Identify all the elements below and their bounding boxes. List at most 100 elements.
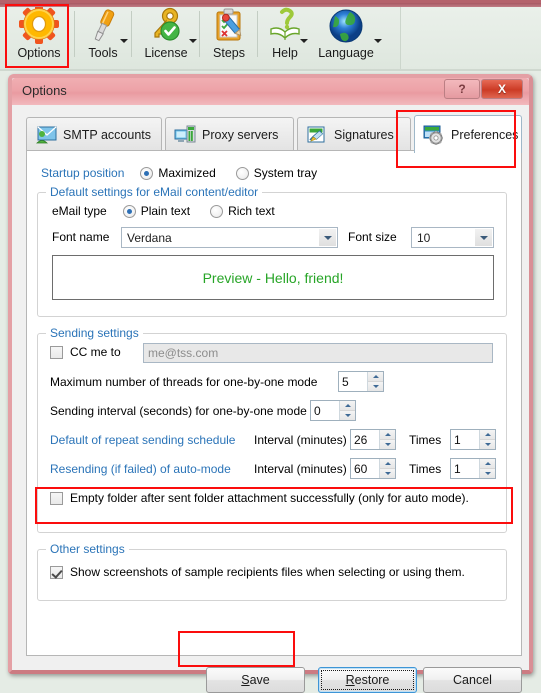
dialog-title-bar[interactable]: Options ? X	[12, 78, 529, 105]
chevron-down-icon[interactable]	[319, 229, 336, 246]
resend-interval-stepper[interactable]: 60	[350, 458, 396, 479]
stepper-up-icon[interactable]	[340, 401, 355, 411]
email-defaults-group-title: Default settings for eMail content/edito…	[46, 185, 263, 199]
stepper-down-icon[interactable]	[380, 469, 395, 478]
signature-icon	[306, 125, 328, 145]
cc-me-input[interactable]: me@tss.com	[143, 343, 493, 363]
tab-strip: SMTP accounts Proxy servers Signatures P…	[26, 115, 522, 153]
tab-preferences[interactable]: Preferences	[414, 115, 522, 153]
ribbon-item-label: Help	[272, 46, 298, 60]
options-dialog: Options ? X SMTP accounts Proxy servers …	[8, 74, 533, 693]
stepper-up-icon[interactable]	[380, 430, 395, 440]
radio-plain-text[interactable]: Plain text	[122, 204, 190, 218]
show-screenshots-checkbox[interactable]	[50, 565, 63, 579]
stepper-down-icon[interactable]	[340, 411, 355, 420]
email-defaults-group: Default settings for eMail content/edito…	[37, 185, 507, 317]
cc-me-checkbox[interactable]	[50, 345, 63, 359]
repeat-times-label: Times	[409, 433, 442, 447]
tab-signatures[interactable]: Signatures	[297, 117, 411, 151]
language-dropdown-arrow[interactable]	[374, 39, 382, 43]
repeat-interval-stepper[interactable]: 26	[350, 429, 396, 450]
tools-dropdown-arrow[interactable]	[120, 39, 128, 43]
resending-link[interactable]: Resending (if failed) of auto-mode	[50, 462, 231, 476]
startup-position-row: Startup position Maximized System tray	[41, 166, 317, 180]
radio-plain-text-indicator[interactable]	[122, 204, 136, 218]
resend-times-stepper[interactable]: 1	[450, 458, 496, 479]
show-screenshots-row[interactable]: Show screenshots of sample recipients fi…	[50, 565, 465, 579]
sending-settings-group: Sending settings CC me to me@tss.com Max…	[37, 326, 507, 533]
resend-interval-value[interactable]: 60	[351, 459, 379, 478]
cc-me-row[interactable]: CC me to	[50, 345, 121, 359]
stepper-up-icon[interactable]	[480, 459, 495, 469]
ribbon-item-steps[interactable]: Steps	[203, 7, 255, 69]
resend-interval-stepper-buttons[interactable]	[379, 459, 395, 478]
save-button[interactable]: Save	[206, 667, 305, 693]
sending-interval-label-wrap: Sending interval (seconds) for one-by-on…	[50, 404, 307, 418]
resend-times-value[interactable]: 1	[451, 459, 479, 478]
license-dropdown-arrow[interactable]	[189, 39, 197, 43]
resend-times-label: Times	[409, 462, 442, 476]
stepper-down-icon[interactable]	[368, 382, 383, 391]
radio-system-tray[interactable]: System tray	[235, 166, 318, 180]
empty-folder-row[interactable]: Empty folder after sent folder attachmen…	[50, 491, 469, 505]
repeat-times-value[interactable]: 1	[451, 430, 479, 449]
repeat-times-stepper[interactable]: 1	[450, 429, 496, 450]
ribbon-item-license[interactable]: License	[135, 7, 197, 69]
preferences-icon	[423, 125, 445, 145]
repeat-interval-value[interactable]: 26	[351, 430, 379, 449]
repeat-schedule-link[interactable]: Default of repeat sending schedule	[50, 433, 235, 447]
max-threads-stepper-buttons[interactable]	[367, 372, 383, 391]
stepper-up-icon[interactable]	[480, 430, 495, 440]
radio-maximized[interactable]: Maximized	[140, 166, 216, 180]
resending-label: Resending (if failed) of auto-mode	[50, 462, 231, 476]
tab-proxy-servers[interactable]: Proxy servers	[165, 117, 294, 151]
tab-smtp-accounts[interactable]: SMTP accounts	[26, 117, 162, 151]
other-settings-group: Other settings Show screenshots of sampl…	[37, 542, 507, 601]
stepper-up-icon[interactable]	[380, 459, 395, 469]
radio-rich-text-indicator[interactable]	[210, 204, 224, 218]
chevron-down-icon[interactable]	[475, 229, 492, 246]
max-threads-label: Maximum number of threads for one-by-one…	[50, 375, 318, 389]
ribbon-separator	[74, 11, 75, 57]
resend-times-stepper-buttons[interactable]	[479, 459, 495, 478]
sending-interval-value[interactable]: 0	[311, 401, 339, 420]
stepper-down-icon[interactable]	[480, 440, 495, 449]
stepper-up-icon[interactable]	[368, 372, 383, 382]
radio-system-tray-label: System tray	[253, 166, 318, 180]
ribbon-item-help[interactable]: Help	[261, 7, 309, 69]
cancel-button[interactable]: Cancel	[423, 667, 522, 693]
restore-button-label: estore	[354, 673, 390, 687]
radio-rich-text[interactable]: Rich text	[210, 204, 275, 218]
sending-interval-stepper[interactable]: 0	[310, 400, 356, 421]
close-icon[interactable]: X	[481, 79, 523, 99]
radio-maximized-indicator[interactable]	[140, 166, 154, 180]
smtp-account-icon	[35, 125, 57, 145]
dialog-body: SMTP accounts Proxy servers Signatures P…	[12, 105, 529, 693]
font-name-value: Verdana	[127, 230, 172, 245]
repeat-interval-stepper-buttons[interactable]	[379, 430, 395, 449]
resend-times-label-wrap: Times	[409, 462, 441, 476]
font-name-label: Font name	[52, 230, 110, 244]
font-name-select[interactable]: Verdana	[121, 227, 338, 248]
ribbon-item-language[interactable]: Language	[310, 7, 382, 69]
resend-interval-label-wrap: Interval (minutes)	[254, 462, 347, 476]
sending-interval-stepper-buttons[interactable]	[339, 401, 355, 420]
font-name-label-wrap: Font name	[52, 230, 109, 244]
empty-folder-checkbox[interactable]	[50, 491, 63, 505]
ribbon-item-options[interactable]: Options	[8, 4, 70, 69]
help-button[interactable]: ?	[444, 79, 480, 99]
email-type-row: eMail type Plain text Rich text	[52, 204, 275, 218]
restore-button[interactable]: Restore	[318, 667, 417, 693]
key-check-icon	[146, 7, 186, 45]
repeat-times-stepper-buttons[interactable]	[479, 430, 495, 449]
max-threads-value[interactable]: 5	[339, 372, 367, 391]
font-size-select[interactable]: 10	[411, 227, 494, 248]
stepper-down-icon[interactable]	[480, 469, 495, 478]
ribbon-item-tools[interactable]: Tools	[78, 7, 128, 69]
tab-label: Signatures	[334, 127, 394, 142]
max-threads-stepper[interactable]: 5	[338, 371, 384, 392]
stepper-down-icon[interactable]	[380, 440, 395, 449]
ribbon-right-pane	[400, 7, 541, 70]
help-dropdown-arrow[interactable]	[300, 39, 308, 43]
radio-system-tray-indicator[interactable]	[235, 166, 249, 180]
